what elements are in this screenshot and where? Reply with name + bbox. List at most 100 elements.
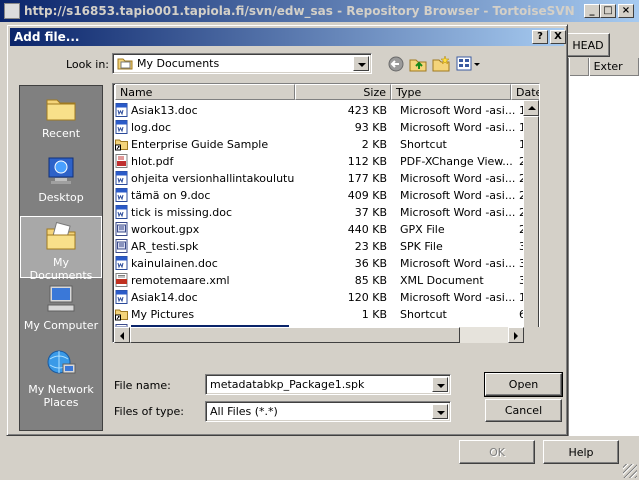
- file-row[interactable]: ohjeita versionhallintakoulutu... 177 KB M…: [113, 170, 539, 187]
- new-folder-icon[interactable]: [432, 55, 450, 73]
- files-of-type-combo[interactable]: All Files (*.*): [205, 401, 451, 422]
- file-name-text: Enterprise Guide Sample: [131, 138, 269, 151]
- files-of-type-value: All Files (*.*): [210, 405, 278, 418]
- file-row[interactable]: kainulainen.doc 36 KB Microsoft Word -asi.…: [113, 255, 539, 272]
- minimize-button[interactable]: _: [584, 4, 600, 18]
- size-grip[interactable]: [623, 464, 637, 478]
- file-name-cell[interactable]: AR_testi.spk: [115, 238, 295, 255]
- file-row[interactable]: tämä on 9.doc 409 KB Microsoft Word -asi..…: [113, 187, 539, 204]
- column-header-type[interactable]: Type: [391, 84, 511, 100]
- help-button[interactable]: Help: [543, 440, 619, 464]
- file-name-dropdown-icon[interactable]: [432, 377, 448, 392]
- places-bar: Recent Desktop My Documents My Computer …: [19, 85, 103, 431]
- dialog-title: Add file...: [14, 30, 80, 44]
- scroll-up-button[interactable]: [523, 100, 539, 116]
- file-row[interactable]: remotemaare.xml85 KBXML Document31.5.2: [113, 272, 539, 289]
- file-row[interactable]: Asiak14.doc120 KBMicrosoft Word -asi...1…: [113, 289, 539, 306]
- file-row[interactable]: log.doc93 KBMicrosoft Word -asi...18.5.2: [113, 119, 539, 136]
- place-desktop[interactable]: Desktop: [20, 152, 102, 214]
- help-button-label: Help: [568, 445, 594, 459]
- file-name-input[interactable]: [208, 377, 428, 392]
- close-background-window-button[interactable]: ×: [618, 4, 634, 18]
- file-name-cell[interactable]: hlot.pdf: [115, 153, 295, 170]
- add-file-dialog: Add file... ? X Look in: My Documents Re…: [6, 24, 568, 436]
- column-header-name[interactable]: Name: [115, 84, 295, 100]
- generic-file-icon: [115, 238, 131, 255]
- view-menu-icon[interactable]: [456, 55, 482, 73]
- ok-button-label: OK: [489, 445, 505, 459]
- file-name-cell[interactable]: Asiak13.doc: [115, 102, 295, 119]
- file-name-cell[interactable]: Asiak14.doc: [115, 289, 295, 306]
- vertical-scrollbar[interactable]: [523, 100, 539, 342]
- desktop-icon: [48, 157, 74, 184]
- background-column-blank[interactable]: [569, 58, 589, 76]
- file-name-cell[interactable]: kainulainen.doc: [115, 255, 295, 272]
- file-row[interactable]: workout.gpx440 KBGPX File29.5.2: [113, 221, 539, 238]
- file-row[interactable]: tick is missing.doc 37 KB Microsoft Word -…: [113, 204, 539, 221]
- tortoisesvn-app-icon: [4, 3, 20, 19]
- column-header-size[interactable]: Size: [295, 84, 391, 100]
- dialog-help-button[interactable]: ?: [532, 30, 548, 44]
- file-row[interactable]: Asiak13.doc423 KBMicrosoft Word -asi...1…: [113, 102, 539, 119]
- shortcut-folder-icon: [115, 306, 131, 323]
- file-name-cell[interactable]: log.doc: [115, 119, 295, 136]
- place-my-computer[interactable]: My Computer: [20, 280, 102, 342]
- scroll-left-button[interactable]: [114, 327, 130, 343]
- file-name-text: hlot.pdf: [131, 155, 174, 168]
- back-arrow-icon[interactable]: [388, 56, 404, 72]
- place-recent[interactable]: Recent: [20, 88, 102, 150]
- file-row[interactable]: AR_testi.spk23 KBSPK File30.5.2: [113, 238, 539, 255]
- my-documents-icon: [46, 221, 76, 250]
- place-network[interactable]: My Network Places: [20, 344, 102, 416]
- vertical-scroll-thumb[interactable]: [523, 116, 539, 332]
- head-button[interactable]: HEAD: [566, 33, 610, 57]
- ok-button[interactable]: OK: [459, 440, 535, 464]
- horizontal-scrollbar[interactable]: [114, 327, 524, 343]
- file-name-cell[interactable]: Enterprise Guide Sample: [115, 136, 295, 153]
- file-size-cell: 93 KB: [354, 121, 387, 134]
- column-size-label: Size: [363, 86, 386, 99]
- file-row[interactable]: hlot.pdf112 KBPDF-XChange View...21.5.2: [113, 153, 539, 170]
- file-name-cell[interactable]: remotemaare.xml: [115, 272, 295, 289]
- background-file-list[interactable]: Exter: [568, 58, 639, 438]
- dialog-titlebar[interactable]: Add file...: [10, 28, 564, 46]
- place-desktop-label: Desktop: [38, 191, 84, 204]
- up-folder-icon[interactable]: [409, 55, 427, 73]
- file-name-text: AR_testi.spk: [131, 240, 199, 253]
- column-header-date[interactable]: Date M: [511, 84, 539, 100]
- place-my-documents[interactable]: My Documents: [20, 216, 102, 282]
- pdf-icon: [115, 153, 131, 170]
- file-name-combo[interactable]: [205, 374, 451, 395]
- chevron-down-icon[interactable]: [353, 56, 369, 71]
- file-size-cell: 120 KB: [347, 291, 387, 304]
- file-row[interactable]: Enterprise Guide Sample2 KBShortcut18.5.…: [113, 136, 539, 153]
- dialog-close-button[interactable]: X: [550, 30, 566, 44]
- background-column-exter[interactable]: Exter: [588, 58, 639, 76]
- background-window-titlebar[interactable]: http://s16853.tapio001.tapiola.fi/svn/ed…: [0, 0, 639, 22]
- file-name-cell[interactable]: tämä on 9.doc: [115, 187, 295, 204]
- file-name-text: ohjeita versionhallintakoulutu...: [131, 172, 295, 185]
- file-type-cell: Microsoft Word -asi...: [400, 291, 516, 304]
- cancel-button[interactable]: Cancel: [485, 399, 562, 422]
- file-name-text: tämä on 9.doc: [131, 189, 211, 202]
- horizontal-scroll-thumb[interactable]: [130, 327, 460, 343]
- maximize-button[interactable]: □: [600, 4, 616, 18]
- file-name-cell[interactable]: ohjeita versionhallintakoulutu...: [115, 170, 295, 187]
- file-name-cell[interactable]: tick is missing.doc: [115, 204, 295, 221]
- file-name-cell[interactable]: My Pictures: [115, 306, 295, 323]
- word-doc-icon: [115, 289, 131, 306]
- place-recent-label: Recent: [41, 127, 81, 140]
- help-caption: ?: [537, 31, 543, 42]
- xml-icon: [115, 272, 131, 289]
- file-list[interactable]: Name Size Type Date M Asiak13.doc 423 KB M…: [112, 83, 540, 343]
- file-row[interactable]: My Pictures1 KBShortcut6.6.20: [113, 306, 539, 323]
- scroll-right-button[interactable]: [508, 327, 524, 343]
- files-of-type-dropdown-icon[interactable]: [432, 404, 448, 419]
- file-size-cell: 23 KB: [354, 240, 387, 253]
- file-name-cell[interactable]: workout.gpx: [115, 221, 295, 238]
- open-button[interactable]: Open: [484, 372, 563, 397]
- file-size-cell: 85 KB: [354, 274, 387, 287]
- look-in-combo[interactable]: My Documents: [112, 53, 372, 74]
- network-places-icon: [47, 350, 76, 374]
- file-name-text: remotemaare.xml: [131, 274, 230, 287]
